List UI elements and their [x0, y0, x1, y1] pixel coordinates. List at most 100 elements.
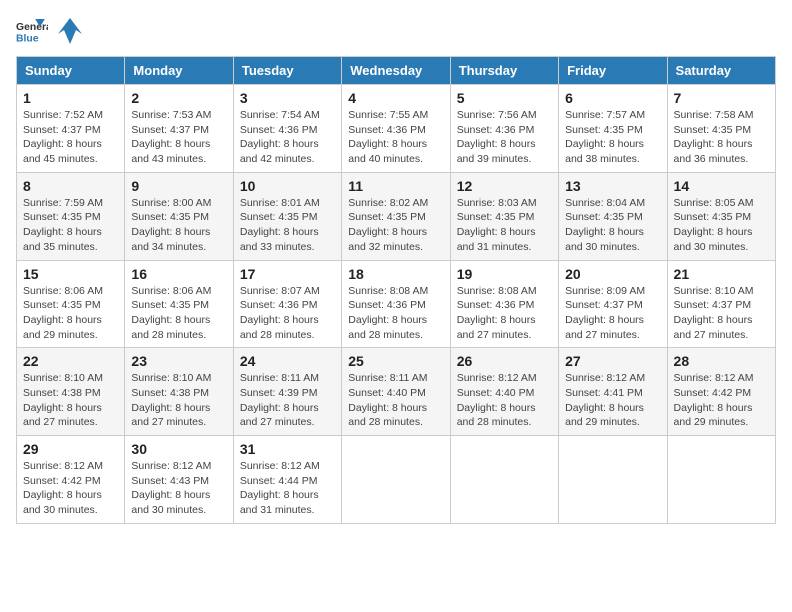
- day-cell: [342, 436, 450, 524]
- day-cell: 11 Sunrise: 8:02 AMSunset: 4:35 PMDaylig…: [342, 172, 450, 260]
- day-cell: 3 Sunrise: 7:54 AMSunset: 4:36 PMDayligh…: [233, 85, 341, 173]
- day-cell: 8 Sunrise: 7:59 AMSunset: 4:35 PMDayligh…: [17, 172, 125, 260]
- day-cell: 15 Sunrise: 8:06 AMSunset: 4:35 PMDaylig…: [17, 260, 125, 348]
- logo: General Blue: [16, 16, 90, 46]
- day-cell: 17 Sunrise: 8:07 AMSunset: 4:36 PMDaylig…: [233, 260, 341, 348]
- day-cell: 22 Sunrise: 8:10 AMSunset: 4:38 PMDaylig…: [17, 348, 125, 436]
- day-cell: 18 Sunrise: 8:08 AMSunset: 4:36 PMDaylig…: [342, 260, 450, 348]
- day-info: Sunrise: 8:08 AMSunset: 4:36 PMDaylight:…: [348, 285, 428, 341]
- day-number: 27: [565, 353, 660, 369]
- day-info: Sunrise: 8:12 AMSunset: 4:42 PMDaylight:…: [674, 372, 754, 428]
- logo-icon: General Blue: [16, 17, 48, 45]
- day-number: 28: [674, 353, 769, 369]
- day-cell: 27 Sunrise: 8:12 AMSunset: 4:41 PMDaylig…: [559, 348, 667, 436]
- day-info: Sunrise: 7:57 AMSunset: 4:35 PMDaylight:…: [565, 109, 645, 165]
- day-number: 12: [457, 178, 552, 194]
- day-cell: 21 Sunrise: 8:10 AMSunset: 4:37 PMDaylig…: [667, 260, 775, 348]
- day-number: 15: [23, 266, 118, 282]
- day-cell: 23 Sunrise: 8:10 AMSunset: 4:38 PMDaylig…: [125, 348, 233, 436]
- day-number: 25: [348, 353, 443, 369]
- day-cell: 28 Sunrise: 8:12 AMSunset: 4:42 PMDaylig…: [667, 348, 775, 436]
- day-cell: 26 Sunrise: 8:12 AMSunset: 4:40 PMDaylig…: [450, 348, 558, 436]
- calendar-table: SundayMondayTuesdayWednesdayThursdayFrid…: [16, 56, 776, 524]
- day-number: 4: [348, 90, 443, 106]
- day-number: 16: [131, 266, 226, 282]
- day-info: Sunrise: 8:10 AMSunset: 4:37 PMDaylight:…: [674, 285, 754, 341]
- header-monday: Monday: [125, 57, 233, 85]
- header-tuesday: Tuesday: [233, 57, 341, 85]
- day-number: 22: [23, 353, 118, 369]
- day-number: 21: [674, 266, 769, 282]
- day-number: 5: [457, 90, 552, 106]
- day-number: 20: [565, 266, 660, 282]
- day-cell: 2 Sunrise: 7:53 AMSunset: 4:37 PMDayligh…: [125, 85, 233, 173]
- day-info: Sunrise: 8:03 AMSunset: 4:35 PMDaylight:…: [457, 197, 537, 253]
- day-cell: 30 Sunrise: 8:12 AMSunset: 4:43 PMDaylig…: [125, 436, 233, 524]
- day-number: 31: [240, 441, 335, 457]
- day-number: 14: [674, 178, 769, 194]
- day-number: 13: [565, 178, 660, 194]
- day-cell: 16 Sunrise: 8:06 AMSunset: 4:35 PMDaylig…: [125, 260, 233, 348]
- day-info: Sunrise: 7:55 AMSunset: 4:36 PMDaylight:…: [348, 109, 428, 165]
- day-info: Sunrise: 7:56 AMSunset: 4:36 PMDaylight:…: [457, 109, 537, 165]
- day-info: Sunrise: 8:12 AMSunset: 4:40 PMDaylight:…: [457, 372, 537, 428]
- day-info: Sunrise: 7:54 AMSunset: 4:36 PMDaylight:…: [240, 109, 320, 165]
- day-number: 17: [240, 266, 335, 282]
- day-number: 26: [457, 353, 552, 369]
- day-number: 1: [23, 90, 118, 106]
- day-number: 30: [131, 441, 226, 457]
- day-info: Sunrise: 8:06 AMSunset: 4:35 PMDaylight:…: [131, 285, 211, 341]
- day-number: 6: [565, 90, 660, 106]
- day-info: Sunrise: 7:52 AMSunset: 4:37 PMDaylight:…: [23, 109, 103, 165]
- day-number: 9: [131, 178, 226, 194]
- day-info: Sunrise: 8:06 AMSunset: 4:35 PMDaylight:…: [23, 285, 103, 341]
- day-cell: [667, 436, 775, 524]
- day-number: 8: [23, 178, 118, 194]
- week-row-1: 1 Sunrise: 7:52 AMSunset: 4:37 PMDayligh…: [17, 85, 776, 173]
- day-number: 29: [23, 441, 118, 457]
- day-info: Sunrise: 7:53 AMSunset: 4:37 PMDaylight:…: [131, 109, 211, 165]
- header-sunday: Sunday: [17, 57, 125, 85]
- week-row-2: 8 Sunrise: 7:59 AMSunset: 4:35 PMDayligh…: [17, 172, 776, 260]
- day-info: Sunrise: 7:59 AMSunset: 4:35 PMDaylight:…: [23, 197, 103, 253]
- day-cell: 20 Sunrise: 8:09 AMSunset: 4:37 PMDaylig…: [559, 260, 667, 348]
- day-cell: [450, 436, 558, 524]
- day-number: 24: [240, 353, 335, 369]
- day-info: Sunrise: 8:11 AMSunset: 4:40 PMDaylight:…: [348, 372, 427, 428]
- day-number: 3: [240, 90, 335, 106]
- day-info: Sunrise: 8:04 AMSunset: 4:35 PMDaylight:…: [565, 197, 645, 253]
- day-info: Sunrise: 8:07 AMSunset: 4:36 PMDaylight:…: [240, 285, 320, 341]
- week-row-5: 29 Sunrise: 8:12 AMSunset: 4:42 PMDaylig…: [17, 436, 776, 524]
- week-row-4: 22 Sunrise: 8:10 AMSunset: 4:38 PMDaylig…: [17, 348, 776, 436]
- day-info: Sunrise: 8:12 AMSunset: 4:42 PMDaylight:…: [23, 460, 103, 516]
- day-cell: 14 Sunrise: 8:05 AMSunset: 4:35 PMDaylig…: [667, 172, 775, 260]
- svg-text:Blue: Blue: [16, 33, 39, 44]
- day-info: Sunrise: 8:12 AMSunset: 4:43 PMDaylight:…: [131, 460, 211, 516]
- day-info: Sunrise: 8:12 AMSunset: 4:44 PMDaylight:…: [240, 460, 320, 516]
- logo-bird-icon: [52, 16, 88, 46]
- day-info: Sunrise: 8:01 AMSunset: 4:35 PMDaylight:…: [240, 197, 320, 253]
- header: General Blue: [16, 16, 776, 46]
- day-number: 11: [348, 178, 443, 194]
- day-info: Sunrise: 8:08 AMSunset: 4:36 PMDaylight:…: [457, 285, 537, 341]
- header-saturday: Saturday: [667, 57, 775, 85]
- day-cell: 5 Sunrise: 7:56 AMSunset: 4:36 PMDayligh…: [450, 85, 558, 173]
- day-info: Sunrise: 8:10 AMSunset: 4:38 PMDaylight:…: [131, 372, 211, 428]
- header-thursday: Thursday: [450, 57, 558, 85]
- day-info: Sunrise: 7:58 AMSunset: 4:35 PMDaylight:…: [674, 109, 754, 165]
- day-cell: 29 Sunrise: 8:12 AMSunset: 4:42 PMDaylig…: [17, 436, 125, 524]
- day-number: 10: [240, 178, 335, 194]
- day-cell: [559, 436, 667, 524]
- week-row-3: 15 Sunrise: 8:06 AMSunset: 4:35 PMDaylig…: [17, 260, 776, 348]
- day-cell: 19 Sunrise: 8:08 AMSunset: 4:36 PMDaylig…: [450, 260, 558, 348]
- day-cell: 9 Sunrise: 8:00 AMSunset: 4:35 PMDayligh…: [125, 172, 233, 260]
- day-number: 2: [131, 90, 226, 106]
- day-cell: 13 Sunrise: 8:04 AMSunset: 4:35 PMDaylig…: [559, 172, 667, 260]
- day-cell: 10 Sunrise: 8:01 AMSunset: 4:35 PMDaylig…: [233, 172, 341, 260]
- day-info: Sunrise: 8:00 AMSunset: 4:35 PMDaylight:…: [131, 197, 211, 253]
- day-number: 19: [457, 266, 552, 282]
- day-info: Sunrise: 8:10 AMSunset: 4:38 PMDaylight:…: [23, 372, 103, 428]
- day-number: 18: [348, 266, 443, 282]
- day-cell: 12 Sunrise: 8:03 AMSunset: 4:35 PMDaylig…: [450, 172, 558, 260]
- header-wednesday: Wednesday: [342, 57, 450, 85]
